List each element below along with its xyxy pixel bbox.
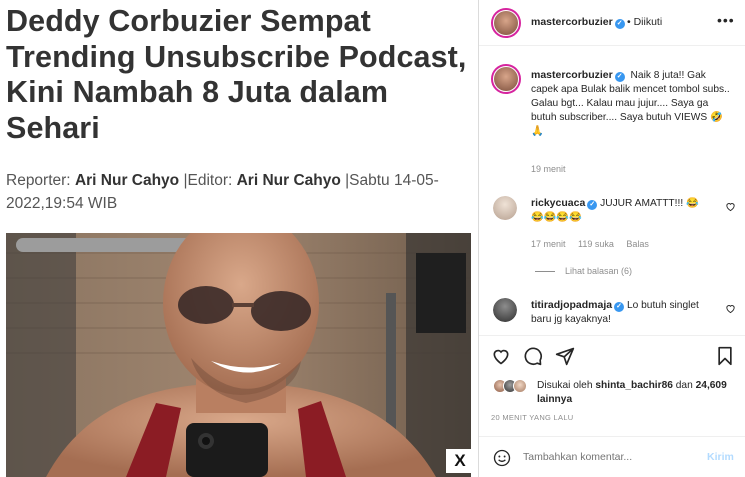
reporter-name: Ari Nur Cahyo bbox=[74, 172, 180, 189]
editor-label: |Editor: bbox=[183, 172, 233, 189]
comment-1-reply[interactable]: Balas bbox=[626, 239, 649, 249]
post-author-username[interactable]: mastercorbuzier ✓ bbox=[531, 16, 625, 29]
comment-1-time[interactable]: 17 menit bbox=[531, 239, 566, 249]
post-timestamp[interactable]: 20 MENIT YANG LALU bbox=[491, 413, 574, 422]
comment-like-heart-icon[interactable] bbox=[725, 201, 736, 212]
verified-badge-icon: ✓ bbox=[587, 200, 598, 210]
comment-2-username[interactable]: titiradjopadmaja ✓ bbox=[531, 299, 625, 312]
avatar[interactable] bbox=[491, 8, 521, 38]
comment-1-meta: 17 menit 119 suka Balas bbox=[531, 239, 659, 249]
commenter-avatar[interactable] bbox=[493, 196, 517, 220]
follow-status[interactable]: • Diikuti bbox=[627, 16, 662, 28]
comment-2: titiradjopadmaja ✓ Lo butuh singlet baru … bbox=[531, 298, 711, 327]
post-actions bbox=[479, 335, 745, 377]
liked-by-and: dan bbox=[675, 380, 693, 391]
emoji-icon[interactable] bbox=[493, 449, 511, 467]
liker-avatar[interactable] bbox=[513, 379, 527, 393]
replies-divider bbox=[535, 271, 555, 273]
share-icon[interactable] bbox=[555, 346, 575, 366]
comment-bar: Kirim bbox=[479, 436, 745, 477]
comment-icon[interactable] bbox=[523, 346, 543, 366]
article-byline: Reporter: Ari Nur Cahyo |Editor: Ari Nur… bbox=[6, 169, 466, 215]
instagram-post-panel: mastercorbuzier ✓ • Diikuti ••• mastercor… bbox=[478, 0, 745, 477]
heart-icon[interactable] bbox=[491, 346, 511, 366]
liked-by-user[interactable]: shinta_bachir86 bbox=[595, 380, 673, 391]
close-button[interactable]: X bbox=[446, 449, 474, 473]
bookmark-icon[interactable] bbox=[715, 346, 735, 366]
comment-1-likes[interactable]: 119 suka bbox=[578, 239, 614, 249]
article-panel: Deddy Corbuzier Sempat Trending Unsubscr… bbox=[0, 0, 478, 477]
reporter-label: Reporter: bbox=[6, 172, 71, 189]
verified-badge-icon: ✓ bbox=[614, 302, 625, 312]
liked-by: Disukai oleh shinta_bachir86 dan 24,609 … bbox=[537, 379, 737, 407]
liked-by-prefix: Disukai oleh bbox=[537, 380, 593, 391]
post-caption: mastercorbuzier ✓ Naik 8 juta!! Gak capek… bbox=[531, 68, 731, 139]
article-headline: Deddy Corbuzier Sempat Trending Unsubscr… bbox=[6, 4, 467, 145]
comment-input[interactable] bbox=[523, 451, 693, 463]
verified-badge-icon: ✓ bbox=[614, 72, 625, 82]
caption-username[interactable]: mastercorbuzier ✓ bbox=[531, 69, 625, 82]
caption-avatar[interactable] bbox=[491, 64, 521, 94]
view-replies-label[interactable]: Lihat balasan (6) bbox=[565, 266, 632, 276]
comment-2-like-heart-icon[interactable] bbox=[725, 303, 736, 314]
caption-time[interactable]: 19 menit bbox=[531, 164, 566, 174]
post-header: mastercorbuzier ✓ • Diikuti ••• bbox=[479, 0, 745, 46]
article-photo bbox=[6, 233, 471, 477]
post-comment-button[interactable]: Kirim bbox=[707, 451, 734, 463]
verified-badge-icon: ✓ bbox=[614, 19, 625, 29]
comment-1-username[interactable]: rickycuaca ✓ bbox=[531, 197, 598, 210]
editor-name: Ari Nur Cahyo bbox=[236, 172, 341, 189]
more-options-icon[interactable]: ••• bbox=[717, 12, 735, 28]
commenter-avatar-2[interactable] bbox=[493, 298, 517, 322]
view-replies[interactable]: Lihat balasan (6) bbox=[535, 266, 632, 276]
comment-1: rickycuaca ✓ JUJUR AMATTT!!! 😂 😂😂😂😂 bbox=[531, 196, 711, 225]
